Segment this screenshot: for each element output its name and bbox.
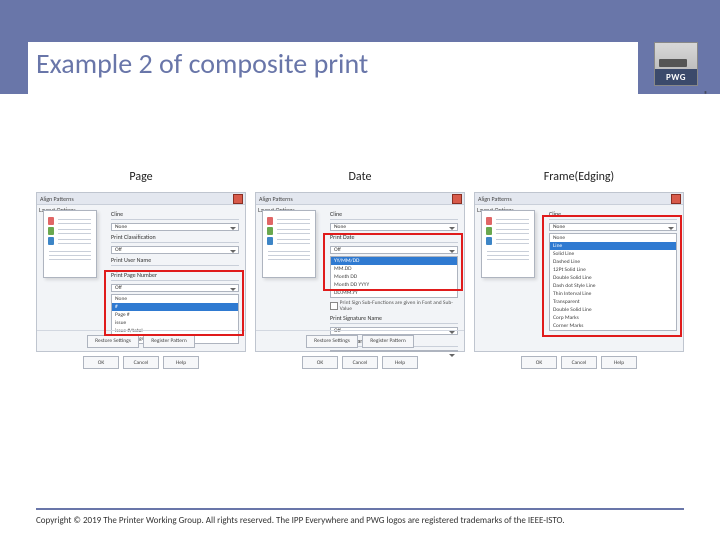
printer-icon (655, 43, 697, 69)
list-item[interactable]: Thin Interval Line (550, 290, 676, 298)
group-label: Print Classification (111, 233, 239, 243)
dialog-buttons: Restore Settings Register Pattern (37, 330, 245, 351)
copyright-text: Copyright © 2019 The Printer Working Gro… (36, 515, 565, 526)
group-label: Print Page Number (111, 271, 239, 281)
col-date: Date Align Patterns Layout Options Cline (255, 170, 465, 369)
close-icon[interactable] (671, 194, 681, 204)
list-item[interactable]: Dashed Line (550, 258, 676, 266)
ok-button[interactable]: OK (83, 356, 119, 369)
page-thumbnail (481, 210, 535, 278)
list-item[interactable]: Corp Marks (550, 314, 676, 322)
list-item[interactable]: Double Solid Line (550, 274, 676, 282)
select-cline[interactable]: None (549, 223, 677, 231)
date-listbox[interactable]: YY/MM/DD MM.DD Month DD Month DD YYYY DD… (330, 256, 458, 298)
list-item[interactable]: Month DD YYYY (331, 281, 457, 289)
dialog-body: Cline None None Line Solid Line Dashed L… (475, 204, 683, 331)
list-item[interactable]: 12Pt Solid Line (550, 266, 676, 274)
list-item[interactable]: Month DD (331, 273, 457, 281)
group-label: Print User Name (111, 256, 239, 266)
dialog-buttons: Restore Settings Register Pattern (256, 330, 464, 351)
slide-title: Example 2 of composite print (36, 46, 368, 81)
registered-mark: ® (704, 90, 708, 100)
col-label: Frame(Edging) (544, 170, 614, 184)
ok-button[interactable]: OK (302, 356, 338, 369)
dialog-date: Align Patterns Layout Options Cline None (255, 192, 465, 352)
slide: Example 2 of composite print PWG ® Page … (0, 0, 720, 540)
cancel-button[interactable]: Cancel (342, 356, 378, 369)
dialog-body: Cline None Print Date Off YY/MM/DD MM.DD… (256, 204, 464, 331)
list-item[interactable]: Corner Marks (550, 322, 676, 330)
restore-button[interactable]: Restore Settings (87, 335, 139, 348)
list-item[interactable]: Transparent (550, 298, 676, 306)
preview-area (37, 204, 109, 331)
help-button[interactable]: Help (601, 356, 637, 369)
group-label: Cline (111, 210, 239, 220)
footer: Copyright © 2019 The Printer Working Gro… (36, 510, 684, 530)
preview-area (475, 204, 547, 331)
select-date[interactable]: Off (330, 246, 458, 254)
options-area: Cline None Print Date Off YY/MM/DD MM.DD… (328, 204, 464, 331)
close-icon[interactable] (233, 194, 243, 204)
group-label: Print Signature Name (330, 314, 458, 324)
options-area: Cline None Print Classification Off Prin… (109, 204, 245, 331)
list-item[interactable]: Line (550, 242, 676, 250)
select-pagenum[interactable]: Off (111, 284, 239, 292)
list-item[interactable]: # (112, 303, 238, 311)
list-item[interactable]: MM.DD (331, 265, 457, 273)
list-item[interactable]: DD.MM.YY (331, 289, 457, 297)
cancel-button[interactable]: Cancel (561, 356, 597, 369)
title-box: Example 2 of composite print (28, 42, 638, 94)
list-item[interactable]: None (112, 295, 238, 303)
col-frame: Frame(Edging) Align Patterns Layout Opti… (474, 170, 684, 369)
select-cline[interactable]: None (111, 223, 239, 231)
cancel-button[interactable]: Cancel (123, 356, 159, 369)
dialog-frame: Align Patterns Layout Options Cline None (474, 192, 684, 352)
register-button[interactable]: Register Pattern (143, 335, 195, 348)
options-area: Cline None None Line Solid Line Dashed L… (547, 204, 683, 331)
list-item[interactable]: Double Solid Line (550, 306, 676, 314)
page-thumbnail (262, 210, 316, 278)
page-thumbnail (43, 210, 97, 278)
pwg-logo: PWG (654, 42, 698, 86)
list-item[interactable]: Dash dot Style Line (550, 282, 676, 290)
list-item[interactable]: Page # (112, 311, 238, 319)
help-button[interactable]: Help (163, 356, 199, 369)
preview-area (256, 204, 328, 331)
select-classification[interactable]: Off (111, 246, 239, 254)
list-item[interactable]: Solid Line (550, 250, 676, 258)
group-label: Cline (330, 210, 458, 220)
dialog-body: Cline None Print Classification Off Prin… (37, 204, 245, 331)
restore-button[interactable]: Restore Settings (306, 335, 358, 348)
select-cline[interactable]: None (330, 223, 458, 231)
col-label: Date (349, 170, 372, 184)
col-label: Page (129, 170, 152, 184)
col-page: Page Align Patterns Layout Options Cline (36, 170, 246, 369)
help-button[interactable]: Help (382, 356, 418, 369)
checkbox-note[interactable]: Print Sign Sub-Functions are given in Fo… (330, 300, 458, 312)
ok-button[interactable]: OK (521, 356, 557, 369)
frame-listbox[interactable]: None Line Solid Line Dashed Line 12Pt So… (549, 233, 677, 331)
close-icon[interactable] (452, 194, 462, 204)
group-label: Print Date (330, 233, 458, 243)
logo-text: PWG (655, 69, 697, 85)
list-item[interactable]: None (550, 234, 676, 242)
register-button[interactable]: Register Pattern (362, 335, 414, 348)
content-row: Page Align Patterns Layout Options Cline (36, 170, 684, 369)
group-label: Cline (549, 210, 677, 220)
list-item[interactable]: issue (112, 319, 238, 327)
dialog-page: Align Patterns Layout Options Cline None (36, 192, 246, 352)
list-item[interactable]: YY/MM/DD (331, 257, 457, 265)
